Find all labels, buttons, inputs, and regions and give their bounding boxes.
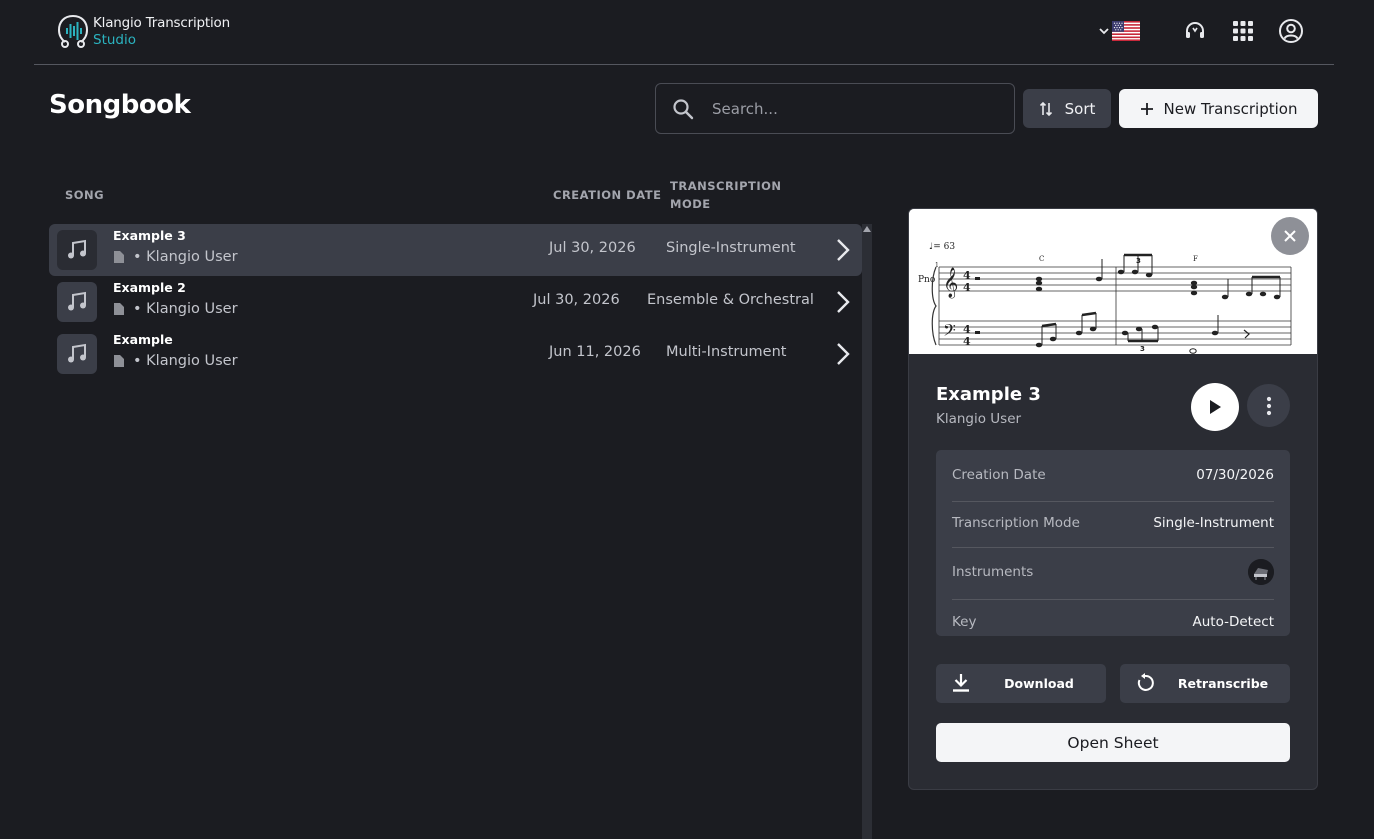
svg-text:3: 3 xyxy=(1140,345,1145,353)
instruments-label: Instruments xyxy=(952,564,1034,580)
column-header-mode[interactable]: TRANSCRIPTION MODE xyxy=(670,177,782,213)
music-note-icon xyxy=(68,343,86,363)
chevron-right-icon xyxy=(837,291,850,313)
app-name: Klangio Transcription xyxy=(93,15,230,31)
file-icon xyxy=(114,355,124,367)
chevron-right-icon xyxy=(837,239,850,261)
tempo-marking: ♩= 63 xyxy=(929,242,955,252)
close-icon xyxy=(1284,230,1296,242)
chevron-down-icon xyxy=(1099,28,1109,35)
chord-symbol: C xyxy=(1039,255,1044,263)
transcription-mode-label: Transcription Mode xyxy=(952,515,1080,531)
song-date: Jul 30, 2026 xyxy=(533,292,620,308)
song-mode: Ensemble & Orchestral xyxy=(647,292,814,308)
page-title: Songbook xyxy=(49,90,191,120)
chevron-right-icon xyxy=(837,343,850,365)
song-thumbnail xyxy=(57,230,97,270)
app-logo[interactable]: Klangio Transcription Studio xyxy=(56,13,230,51)
song-mode: Single-Instrument xyxy=(666,240,796,256)
account-icon xyxy=(1279,19,1303,43)
us-flag-icon xyxy=(1112,21,1140,41)
play-icon xyxy=(1210,400,1221,414)
search-input[interactable] xyxy=(712,99,982,118)
song-author: Klangio User xyxy=(936,411,1022,427)
key-value: Auto-Detect xyxy=(1192,614,1274,630)
logo-icon xyxy=(57,15,89,48)
svg-text:3: 3 xyxy=(1136,257,1141,265)
file-icon xyxy=(114,251,124,263)
song-date: Jun 11, 2026 xyxy=(549,344,641,360)
new-transcription-label: New Transcription xyxy=(1163,99,1298,118)
song-owner: • Klangio User xyxy=(133,353,238,369)
plus-icon xyxy=(1140,102,1153,115)
table-row[interactable]: Example • Klangio User Jun 11, 2026 Mult… xyxy=(49,328,862,380)
sort-icon xyxy=(1039,101,1052,116)
song-thumbnail xyxy=(57,282,97,322)
creation-date-value: 07/30/2026 xyxy=(1196,467,1274,483)
play-button[interactable] xyxy=(1191,383,1239,431)
sort-label: Sort xyxy=(1064,99,1096,118)
app-subname: Studio xyxy=(93,32,136,48)
scroll-up-arrow[interactable] xyxy=(862,224,872,234)
creation-date-label: Creation Date xyxy=(952,467,1046,483)
piano-icon xyxy=(1248,559,1274,585)
song-name: Example 3 xyxy=(113,228,186,243)
table-row[interactable]: Example 3 • Klangio User Jul 30, 2026 Si… xyxy=(49,224,862,276)
divider xyxy=(952,599,1274,600)
support-button[interactable] xyxy=(1182,18,1208,44)
svg-text:4: 4 xyxy=(963,335,971,348)
sheet-music-preview[interactable]: ♩= 63 1 Pno C F 𝄞 𝄢 4 4 4 4 3 3 xyxy=(909,209,1318,354)
svg-text:𝄞: 𝄞 xyxy=(943,267,958,299)
key-label: Key xyxy=(952,614,977,630)
song-info-card: Creation Date 07/30/2026 Transcription M… xyxy=(936,450,1290,636)
more-vertical-icon xyxy=(1266,396,1271,415)
close-panel-button[interactable] xyxy=(1271,217,1309,255)
search-box[interactable] xyxy=(655,83,1015,134)
song-mode: Multi-Instrument xyxy=(666,344,787,360)
song-name: Example 2 xyxy=(113,280,186,295)
table-scrollbar[interactable] xyxy=(862,224,872,839)
more-options-button[interactable] xyxy=(1247,384,1290,427)
svg-text:4: 4 xyxy=(963,281,971,294)
svg-text:𝄢: 𝄢 xyxy=(943,320,956,344)
file-icon xyxy=(114,303,124,315)
sort-button[interactable]: Sort xyxy=(1023,89,1111,128)
song-detail-panel: ♩= 63 1 Pno C F 𝄞 𝄢 4 4 4 4 3 3 Example … xyxy=(908,208,1318,790)
transcription-mode-value: Single-Instrument xyxy=(1153,515,1274,531)
apps-button[interactable] xyxy=(1230,18,1256,44)
song-date: Jul 30, 2026 xyxy=(549,240,636,256)
song-owner: • Klangio User xyxy=(133,301,238,317)
download-button[interactable]: Download xyxy=(936,664,1106,703)
new-transcription-button[interactable]: New Transcription xyxy=(1119,89,1318,128)
music-note-icon xyxy=(68,291,86,311)
open-sheet-button[interactable]: Open Sheet xyxy=(936,723,1290,762)
apps-grid-icon xyxy=(1233,21,1253,41)
download-icon xyxy=(953,674,969,692)
divider xyxy=(952,547,1274,548)
divider xyxy=(952,501,1274,502)
account-button[interactable] xyxy=(1278,18,1304,44)
retranscribe-button[interactable]: Retranscribe xyxy=(1120,664,1290,703)
refresh-icon xyxy=(1137,673,1154,691)
triangle-up-icon xyxy=(863,226,871,232)
music-note-icon xyxy=(68,239,86,259)
chord-symbol: F xyxy=(1193,255,1198,263)
top-bar: Klangio Transcription Studio xyxy=(34,0,1334,65)
column-header-song[interactable]: SONG xyxy=(65,186,104,204)
column-header-date[interactable]: CREATION DATE xyxy=(553,186,661,204)
search-icon xyxy=(673,98,694,119)
table-row[interactable]: Example 2 • Klangio User Jul 30, 2026 En… xyxy=(49,276,862,328)
song-name: Example xyxy=(113,332,173,347)
song-owner: • Klangio User xyxy=(133,249,238,265)
language-selector[interactable] xyxy=(1098,21,1140,41)
song-title: Example 3 xyxy=(936,384,1041,405)
song-thumbnail xyxy=(57,334,97,374)
headset-icon xyxy=(1186,22,1204,38)
